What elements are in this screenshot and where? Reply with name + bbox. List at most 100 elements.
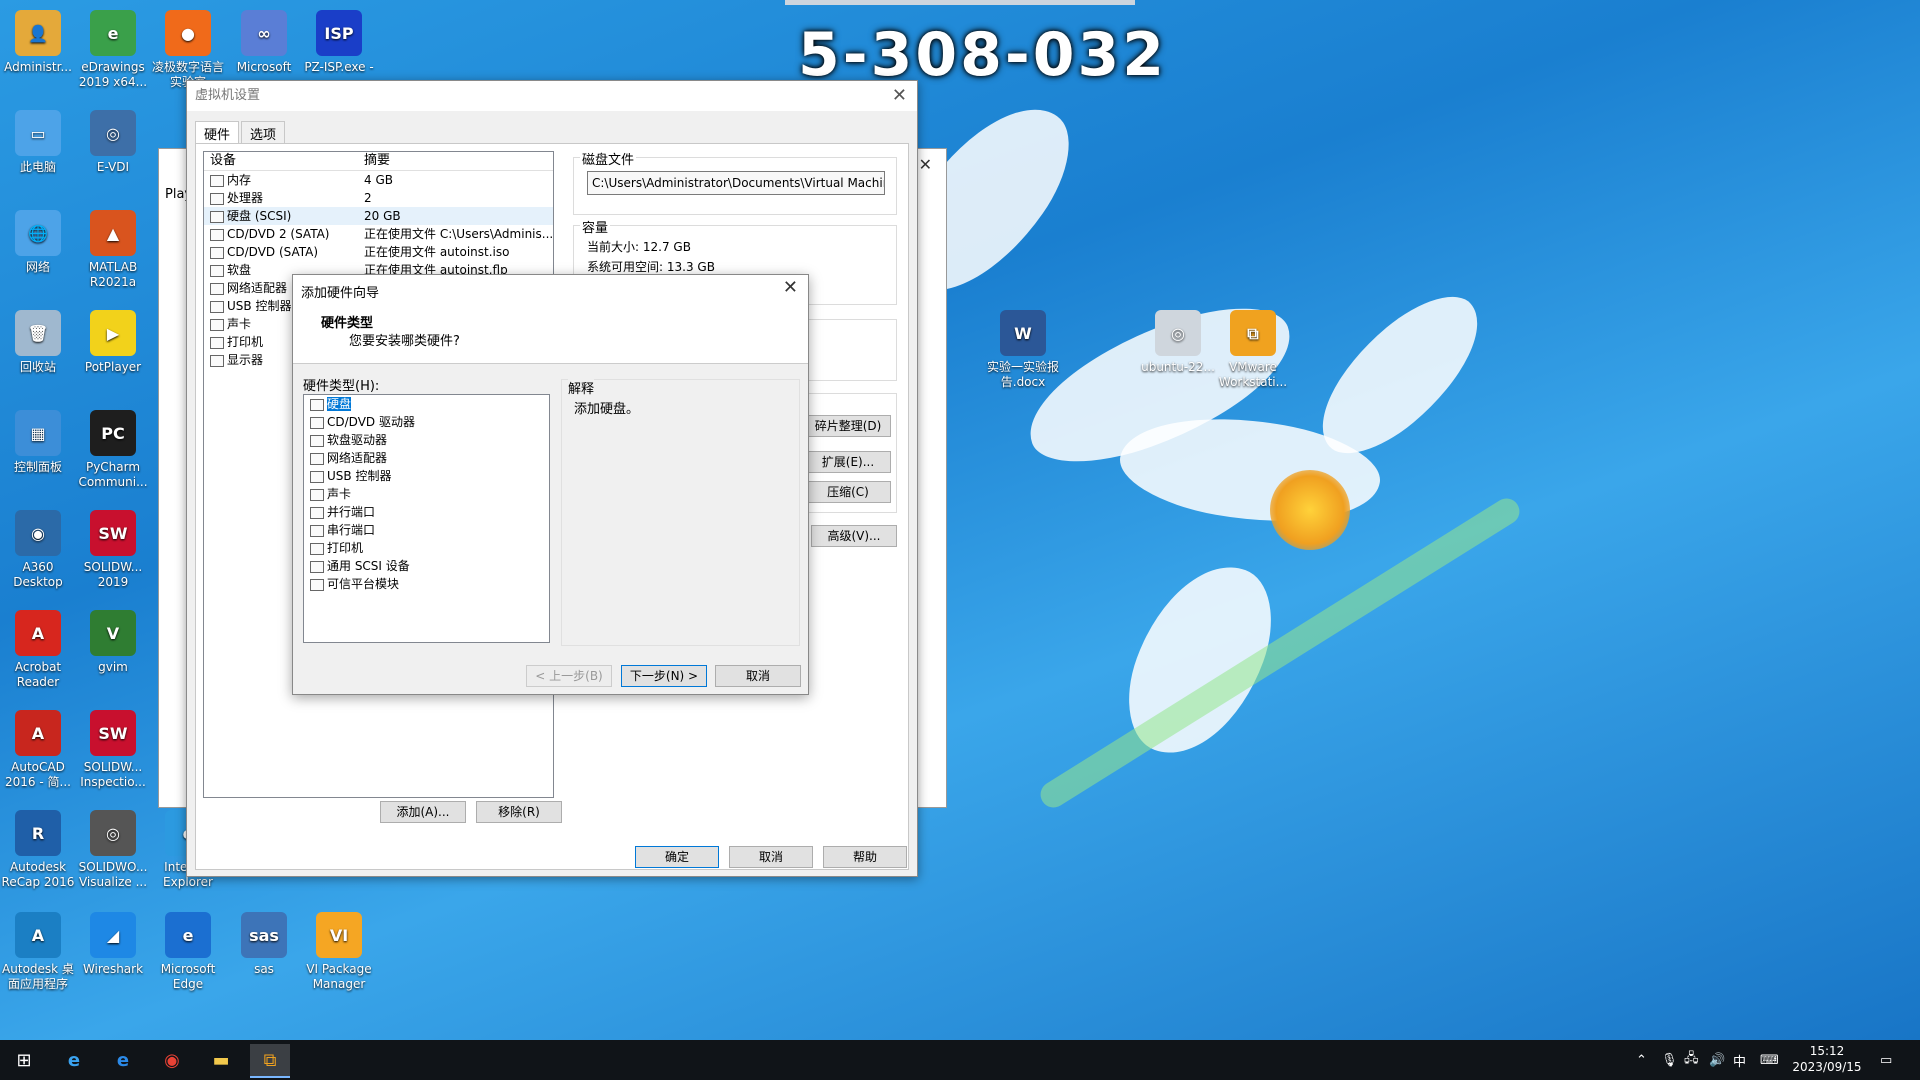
device-row[interactable]: CD/DVD 2 (SATA) 正在使用文件 C:\Users\Adminis..… [204,225,553,243]
volume-icon[interactable]: 🔊 [1709,1040,1725,1080]
desktop-icon[interactable]: A Acrobat Reader [0,610,76,690]
desktop-icon[interactable]: ◎ E-VDI [75,110,151,175]
desktop-icon[interactable]: e Microsoft Edge [150,912,226,992]
add-hardware-button[interactable]: 添加(A)... [380,801,466,823]
hardware-type-item[interactable]: 声卡 [304,485,549,503]
desktop-icon[interactable]: VI VI Package Manager [301,912,377,992]
desktop-icon[interactable]: ISP PZ-ISP.exe - [301,10,377,75]
cancel-button[interactable]: 取消 [729,846,813,868]
device-name: 网络适配器 [227,281,288,295]
windows-start-icon[interactable]: ⊞ [4,1044,44,1076]
hardware-type-item[interactable]: 并行端口 [304,503,549,521]
recycle-bin-icon: 🗑 [15,310,61,356]
device-row[interactable]: CD/DVD (SATA) 正在使用文件 autoinst.iso [204,243,553,261]
close-icon[interactable]: ✕ [892,81,907,111]
defrag-button[interactable]: 碎片整理(D) [805,415,891,437]
file-explorer-taskbar-icon[interactable]: ▬ [201,1044,241,1076]
clock[interactable]: 15:12 2023/09/15 [1782,1043,1872,1075]
expand-button[interactable]: 扩展(E)... [805,451,891,473]
visualize-icon: ◎ [90,810,136,856]
disk-file-path-field[interactable]: C:\Users\Administrator\Documents\Virtual… [587,171,885,195]
ime-indicator[interactable]: 中 [1733,1040,1746,1080]
wizard-cancel-button[interactable]: 取消 [715,665,801,687]
device-icon [210,264,224,277]
device-row[interactable]: 内存 4 GB [204,171,553,189]
hardware-type-item[interactable]: 软盘驱动器 [304,431,549,449]
edrawings-icon: e [90,10,136,56]
desktop-icon[interactable]: 🌐 网络 [0,210,76,275]
device-icon [210,246,224,259]
top-strip [785,0,1135,5]
hardware-type-icon [310,416,324,429]
desktop-icon-label: VMware Workstati... [1218,360,1288,389]
desktop-icon[interactable]: 👤 Administr... [0,10,76,75]
hardware-type-icon [310,560,324,573]
desktop-icon[interactable]: SW SOLIDW... Inspectio... [75,710,151,790]
capacity-label: 容量 [580,217,611,236]
desktop-icon[interactable]: ▶ PotPlayer [75,310,151,375]
desktop-icon[interactable]: ●凌极数字语言 实验室 [150,10,226,90]
notification-icon[interactable]: ▭ [1880,1040,1892,1080]
keyboard-icon[interactable]: ⌨ [1760,1040,1779,1080]
hardware-type-item[interactable]: 串行端口 [304,521,549,539]
advanced-button[interactable]: 高级(V)... [811,525,897,547]
desktop-icon[interactable]: W 实验一实验报 告.docx [985,310,1061,390]
hardware-type-item[interactable]: 打印机 [304,539,549,557]
tab-options[interactable]: 选项 [241,121,286,145]
device-name: 显示器 [227,353,264,367]
hardware-type-name: 打印机 [327,541,364,555]
hardware-type-name: 可信平台模块 [327,577,400,591]
desktop-icon[interactable]: ⧉ VMware Workstati... [1215,310,1291,390]
desktop-icon[interactable]: A Autodesk 桌 面应用程序 [0,912,76,992]
hardware-type-item[interactable]: 可信平台模块 [304,575,549,593]
desktop-icon[interactable]: 🗑 回收站 [0,310,76,375]
hardware-type-icon [310,578,324,591]
hardware-type-item[interactable]: 通用 SCSI 设备 [304,557,549,575]
matlab-icon: ▲ [90,210,136,256]
ie-taskbar-icon[interactable]: e [54,1044,94,1076]
desktop-icon[interactable]: ▦ 控制面板 [0,410,76,475]
hardware-type-item[interactable]: USB 控制器 [304,467,549,485]
hardware-type-name: 并行端口 [327,505,376,519]
back-button[interactable]: < 上一步(B) [526,665,612,687]
next-button[interactable]: 下一步(N) > [621,665,707,687]
hardware-type-list[interactable]: 硬盘 CD/DVD 驱动器 软盘驱动器 网络适配器 USB 控制器 声卡并行端口串行端口打… [303,394,550,643]
tray-chevron-icon[interactable]: ⌃ [1636,1040,1647,1080]
microphone-icon[interactable]: 🎙 [1661,1040,1678,1080]
desktop-icon[interactable]: A AutoCAD 2016 - 简... [0,710,76,790]
remove-hardware-button[interactable]: 移除(R) [476,801,562,823]
desktop-icon[interactable]: SW SOLIDW... 2019 [75,510,151,590]
disc-image-icon: ◎ [1155,310,1201,356]
desktop-icon[interactable]: R Autodesk ReCap 2016 [0,810,76,890]
desktop-icon[interactable]: Vgvim [75,610,151,675]
tab-hardware[interactable]: 硬件 [195,121,240,145]
hardware-type-item[interactable]: CD/DVD 驱动器 [304,413,549,431]
network-tray-icon[interactable]: 🖧 [1684,1040,1699,1080]
hardware-type-item[interactable]: 网络适配器 [304,449,549,467]
desktop-icon[interactable]: PC PyCharm Communi... [75,410,151,490]
device-row[interactable]: 硬盘 (SCSI) 20 GB [204,207,553,225]
microsoft-icon: ∞ [241,10,287,56]
desktop-icon[interactable]: ◉ A360 Desktop [0,510,76,590]
close-icon[interactable]: ✕ [919,155,932,174]
desktop-icon[interactable]: ◢ Wireshark [75,912,151,977]
desktop-icon[interactable]: sas sas [226,912,302,977]
desktop-icon[interactable]: ▭ 此电脑 [0,110,76,175]
device-row[interactable]: 处理器 2 [204,189,553,207]
hardware-type-icon [310,470,324,483]
vmware-taskbar-icon[interactable]: ⧉ [250,1044,290,1078]
desktop-icon[interactable]: ▲ MATLAB R2021a [75,210,151,290]
help-button[interactable]: 帮助 [823,846,907,868]
compact-button[interactable]: 压缩(C) [805,481,891,503]
close-icon[interactable]: ✕ [783,277,798,298]
chrome-taskbar-icon[interactable]: ◉ [152,1044,192,1076]
ok-button[interactable]: 确定 [635,846,719,868]
device-summary: 4 GB [364,173,393,187]
desktop-icon[interactable]: e eDrawings 2019 x64... [75,10,151,90]
hardware-type-item[interactable]: 硬盘 [304,395,549,413]
edge-taskbar-icon[interactable]: e [103,1044,143,1076]
desktop-icon[interactable]: ◎ ubuntu-22... [1140,310,1216,375]
desktop-icon[interactable]: ◎ SOLIDWO... Visualize ... [75,810,151,890]
vmware-icon: ⧉ [1230,310,1276,356]
desktop-icon[interactable]: ∞ Microsoft [226,10,302,75]
